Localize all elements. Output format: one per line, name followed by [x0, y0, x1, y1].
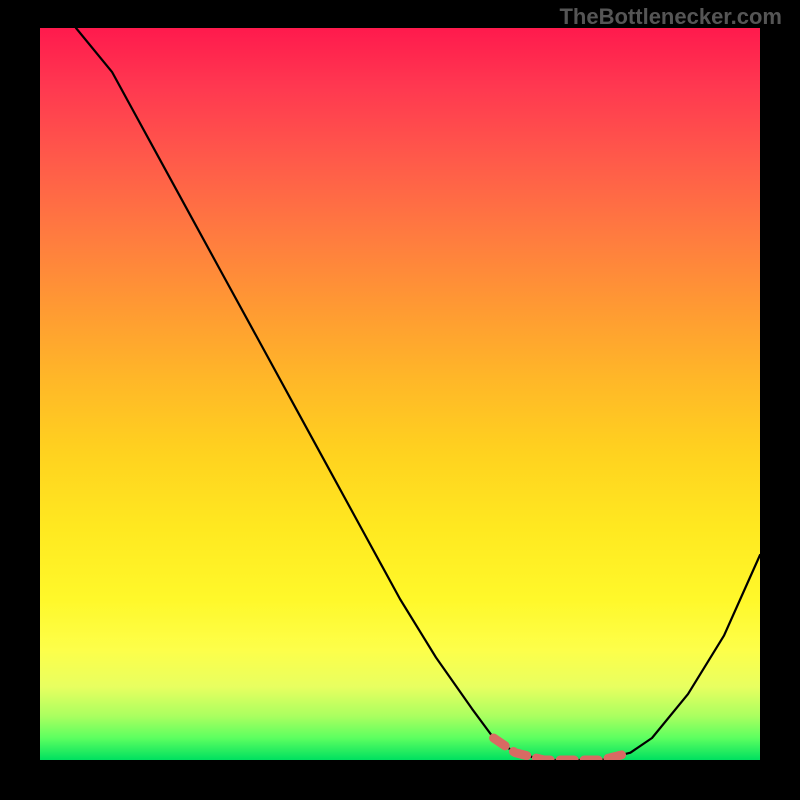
chart-plot-area — [40, 28, 760, 760]
chart-background-gradient — [40, 28, 760, 760]
watermark-text: TheBottlenecker.com — [559, 4, 782, 30]
